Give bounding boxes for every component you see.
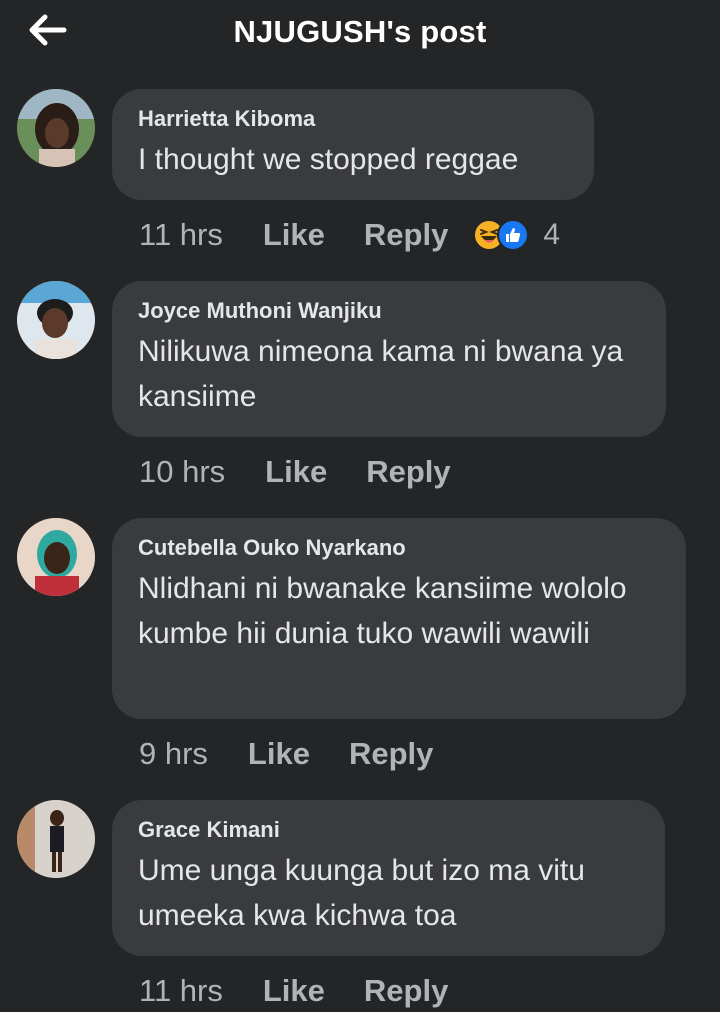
profile-photo: [17, 800, 95, 878]
comment-author[interactable]: Cutebella Ouko Nyarkano: [138, 534, 660, 562]
reaction-summary[interactable]: 4: [473, 218, 560, 252]
avatar[interactable]: [17, 89, 95, 167]
comment-bubble[interactable]: Cutebella Ouko Nyarkano Nlidhani ni bwan…: [112, 518, 686, 719]
comment-text: Nilikuwa nimeona kama ni bwana ya kansii…: [138, 335, 624, 413]
profile-photo: [17, 281, 95, 359]
comment-actions: 10 hrs Like Reply: [139, 452, 490, 492]
comment-time[interactable]: 11 hrs: [139, 217, 223, 253]
reaction-count: 4: [543, 218, 560, 251]
comment-actions: 9 hrs Like Reply: [139, 734, 472, 774]
reply-button[interactable]: Reply: [366, 454, 450, 490]
comment-text: Ume unga kuunga but izo ma vitu umeeka k…: [138, 854, 585, 932]
comment-time[interactable]: 9 hrs: [139, 736, 208, 772]
profile-photo: [17, 518, 95, 596]
comment-author[interactable]: Grace Kimani: [138, 816, 639, 844]
comment-actions: 11 hrs Like Reply 4: [139, 215, 560, 255]
comment-time[interactable]: 10 hrs: [139, 454, 225, 490]
comment-author[interactable]: Harrietta Kiboma: [138, 105, 568, 133]
top-bar: NJUGUSH's post: [0, 0, 720, 66]
avatar[interactable]: [17, 518, 95, 596]
comment-bubble[interactable]: Joyce Muthoni Wanjiku Nilikuwa nimeona k…: [112, 281, 666, 437]
comment-time[interactable]: 11 hrs: [139, 973, 223, 1009]
comment-text: Nlidhani ni bwanake kansiime wololo kumb…: [138, 572, 627, 650]
comment-bubble[interactable]: Grace Kimani Ume unga kuunga but izo ma …: [112, 800, 665, 956]
profile-photo: [17, 89, 95, 167]
avatar[interactable]: [17, 281, 95, 359]
reply-button[interactable]: Reply: [349, 736, 433, 772]
like-button[interactable]: Like: [263, 973, 325, 1009]
comment-text: I thought we stopped reggae: [138, 143, 519, 176]
reply-button[interactable]: Reply: [364, 217, 448, 253]
avatar[interactable]: [17, 800, 95, 878]
like-button[interactable]: Like: [263, 217, 325, 253]
page-title: NJUGUSH's post: [233, 14, 487, 49]
like-button[interactable]: Like: [265, 454, 327, 490]
reply-button[interactable]: Reply: [364, 973, 448, 1009]
comment-author[interactable]: Joyce Muthoni Wanjiku: [138, 297, 640, 325]
comment-bubble[interactable]: Harrietta Kiboma I thought we stopped re…: [112, 89, 594, 200]
comment-actions: 11 hrs Like Reply: [139, 971, 487, 1011]
thumbs-up-icon: [497, 219, 530, 251]
like-button[interactable]: Like: [248, 736, 310, 772]
